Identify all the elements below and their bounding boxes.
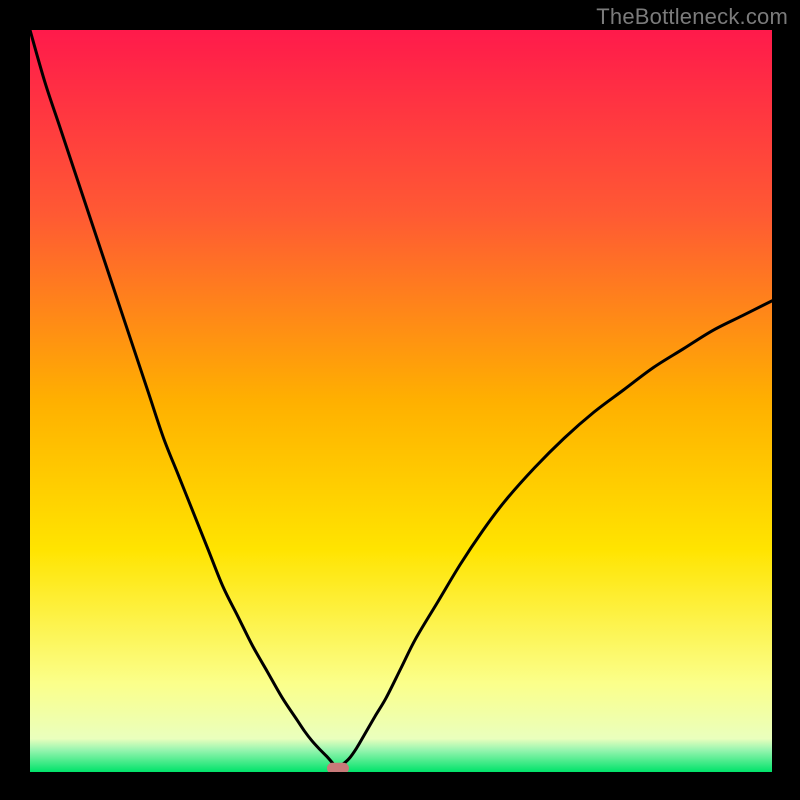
watermark-text: TheBottleneck.com bbox=[596, 4, 788, 30]
gradient-background bbox=[30, 30, 772, 772]
bottleneck-chart bbox=[30, 30, 772, 772]
chart-frame: TheBottleneck.com bbox=[0, 0, 800, 800]
minimum-marker bbox=[327, 763, 349, 772]
